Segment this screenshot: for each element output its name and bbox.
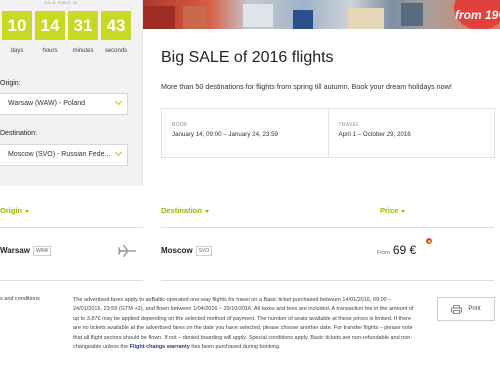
page-subtitle: More than 50 destinations for flights fr… [161,82,452,91]
price-amount: 69 € [392,243,417,257]
countdown-hours: 14 hours [35,11,65,54]
price-prefix: From [377,250,390,256]
travel-period: TRAVEL April 1 – October 29, 2016 [327,109,495,157]
row-price[interactable]: From 69 € [377,238,432,259]
caret-down-icon [25,209,30,213]
promo-banner-image: from 19€ [143,0,500,29]
countdown-minutes-label: minutes [72,48,94,54]
travel-dates: April 1 – October 29, 2016 [338,131,411,138]
destination-select[interactable]: Moscow (SVO) - Russian Fede... [0,144,128,166]
sale-star-icon [426,238,432,244]
banner-rooftop [401,3,423,26]
banner-rooftop [293,10,313,29]
table-divider [161,280,494,281]
destination-select-value: Moscow (SVO) - Russian Fede... [8,151,111,158]
countdown-days-value: 10 [2,11,32,40]
countdown-seconds: 43 seconds [101,11,131,54]
origin-city: Warsaw [0,246,30,256]
print-label: Print [468,306,481,312]
destination-code-badge: SVO [195,246,213,256]
table-divider [0,280,143,281]
countdown-seconds-value: 43 [101,11,131,40]
price-badge: from 19€ [454,0,500,29]
page-title: Big SALE of 2016 flights [161,49,334,66]
chevron-down-icon [114,148,123,157]
print-icon [451,304,463,314]
banner-rooftop [243,4,273,27]
table-divider [161,227,494,228]
origin-label: Origin: [0,80,21,87]
countdown-hours-label: hours [42,48,58,54]
travel-label: TRAVEL [338,122,360,128]
book-dates: January 14, 09:00 – January 24, 23:59 [172,131,278,138]
price-header-label: Price [380,206,399,215]
banner-rooftop [143,6,175,29]
origin-header-label: Origin [0,206,23,215]
banner-rooftop [183,6,207,29]
terms-body-end: has been purchased during booking. [189,344,281,351]
book-label: BOOK [172,122,188,128]
destination-label: Destination: [0,130,37,137]
sort-origin-header[interactable]: Origin [0,206,30,215]
table-divider [0,227,143,228]
countdown-minutes: 31 minutes [68,11,98,54]
destination-city: Moscow [161,246,193,256]
terms-text: The advertised fares apply to airBaltic-… [73,296,419,352]
chevron-down-icon [114,97,123,106]
countdown-hours-value: 14 [35,11,65,40]
airplane-icon [118,245,136,257]
origin-code-badge: WAW [32,246,52,256]
sort-price-header[interactable]: Price [380,206,406,215]
origin-select[interactable]: Warsaw (WAW) - Poland [0,93,128,115]
countdown-timer: 10 days 14 hours 31 minutes 43 seconds [2,11,134,54]
terms-heading: s and conditions [0,296,40,302]
row-destination[interactable]: Moscow SVO [161,246,213,256]
destination-header-label: Destination [161,206,202,215]
caret-down-icon [401,209,406,213]
terms-body: The advertised fares apply to airBaltic-… [73,297,414,351]
countdown-seconds-label: seconds [104,48,128,54]
sort-destination-header[interactable]: Destination [161,206,209,215]
book-period: BOOK January 14, 09:00 – January 24, 23:… [162,109,328,157]
countdown-days: 10 days [2,11,32,54]
sale-dates-box: BOOK January 14, 09:00 – January 24, 23:… [161,108,495,158]
flight-change-warranty-link[interactable]: Flight change warranty [130,344,190,350]
countdown-minutes-value: 31 [68,11,98,40]
search-panel: SALE ENDS IN 10 days 14 hours 31 minutes… [0,0,143,186]
row-origin: Warsaw WAW [0,246,52,256]
countdown-days-label: days [10,48,24,54]
origin-select-value: Warsaw (WAW) - Poland [8,100,86,107]
caret-down-icon [204,209,209,213]
sale-ends-label: SALE ENDS IN [44,0,78,5]
print-button[interactable]: Print [437,297,495,321]
banner-rooftop [348,8,384,29]
